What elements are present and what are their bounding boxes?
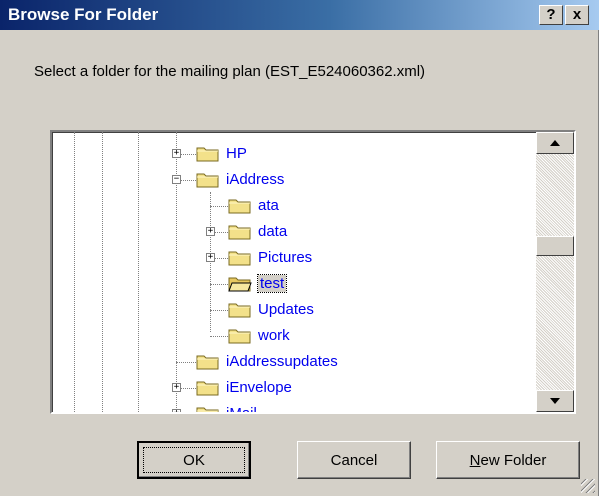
tree-item[interactable]: + Pictures <box>52 247 452 269</box>
folder-icon <box>228 251 251 266</box>
tree-item[interactable]: + data <box>52 221 452 243</box>
folder-icon <box>196 355 219 370</box>
ok-button[interactable]: OK <box>137 441 251 479</box>
tree-item-label: iAddressupdates <box>226 353 338 370</box>
close-icon: x <box>572 6 582 23</box>
folder-icon <box>228 199 251 214</box>
collapse-icon[interactable]: − <box>172 175 181 184</box>
tree-connector <box>210 284 228 285</box>
tree-item[interactable]: − iAddress <box>52 169 452 191</box>
tree-item[interactable]: ata <box>52 195 452 217</box>
tree-item[interactable]: + iEnvelope <box>52 377 452 399</box>
scroll-thumb[interactable] <box>536 236 574 256</box>
tree-item[interactable]: + iMail <box>52 403 452 414</box>
tree-item-label: Updates <box>258 301 314 318</box>
new-folder-button-label: New Folder <box>469 451 547 469</box>
expand-icon[interactable]: + <box>172 409 181 412</box>
tree-item-label: work <box>258 327 290 344</box>
expand-icon[interactable]: + <box>172 149 181 158</box>
close-button[interactable]: x <box>565 5 589 25</box>
resize-grip-icon[interactable] <box>581 479 595 493</box>
open-folder-icon <box>228 277 252 292</box>
folder-icon <box>196 381 219 396</box>
browse-folder-dialog: Browse For Folder ? x Select a folder fo… <box>0 0 599 496</box>
expand-icon[interactable]: + <box>206 227 215 236</box>
scroll-up-button[interactable] <box>536 132 574 154</box>
cancel-button[interactable]: Cancel <box>297 441 411 479</box>
tree-item-label: test <box>256 274 288 293</box>
cancel-button-label: Cancel <box>330 451 378 469</box>
arrow-up-icon <box>550 140 560 146</box>
tree-item-label: data <box>258 223 288 240</box>
arrow-down-icon <box>550 398 560 404</box>
tree-item[interactable]: work <box>52 325 452 347</box>
tree-item-label: iAddress <box>226 171 285 188</box>
tree-item[interactable]: iAddressupdates <box>52 351 452 373</box>
folder-icon <box>196 173 219 188</box>
tree-item-label: iEnvelope <box>226 379 292 396</box>
tree-item-label: iMail <box>226 405 257 414</box>
dialog-prompt: Select a folder for the mailing plan (ES… <box>34 63 426 80</box>
title-bar[interactable]: Browse For Folder ? x <box>0 0 599 30</box>
scroll-down-button[interactable] <box>536 390 574 412</box>
tree-connector <box>210 310 228 311</box>
expand-icon[interactable]: + <box>206 253 215 262</box>
tree-connector <box>210 206 228 207</box>
expand-icon[interactable]: + <box>172 383 181 392</box>
vertical-scrollbar[interactable] <box>536 132 574 412</box>
tree-canvas: + HP − iAddress ata + data + Pictures te… <box>52 132 532 412</box>
folder-icon <box>196 147 219 162</box>
tree-item-label: HP <box>226 145 247 162</box>
new-folder-button[interactable]: New Folder <box>436 441 580 479</box>
tree-item-label: ata <box>258 197 279 214</box>
folder-icon <box>228 225 251 240</box>
focus-ring <box>143 447 245 473</box>
help-button[interactable]: ? <box>539 5 563 25</box>
tree-item-label: Pictures <box>258 249 313 266</box>
tree-item-selected[interactable]: test <box>52 273 452 295</box>
folder-icon <box>228 329 251 344</box>
folder-tree[interactable]: + HP − iAddress ata + data + Pictures te… <box>50 130 576 414</box>
tree-connector <box>176 362 196 363</box>
folder-icon <box>196 407 219 412</box>
folder-icon <box>228 303 251 318</box>
tree-connector <box>210 336 228 337</box>
tree-item[interactable]: Updates <box>52 299 452 321</box>
tree-item[interactable]: + HP <box>52 143 452 165</box>
window-title: Browse For Folder <box>8 5 159 24</box>
